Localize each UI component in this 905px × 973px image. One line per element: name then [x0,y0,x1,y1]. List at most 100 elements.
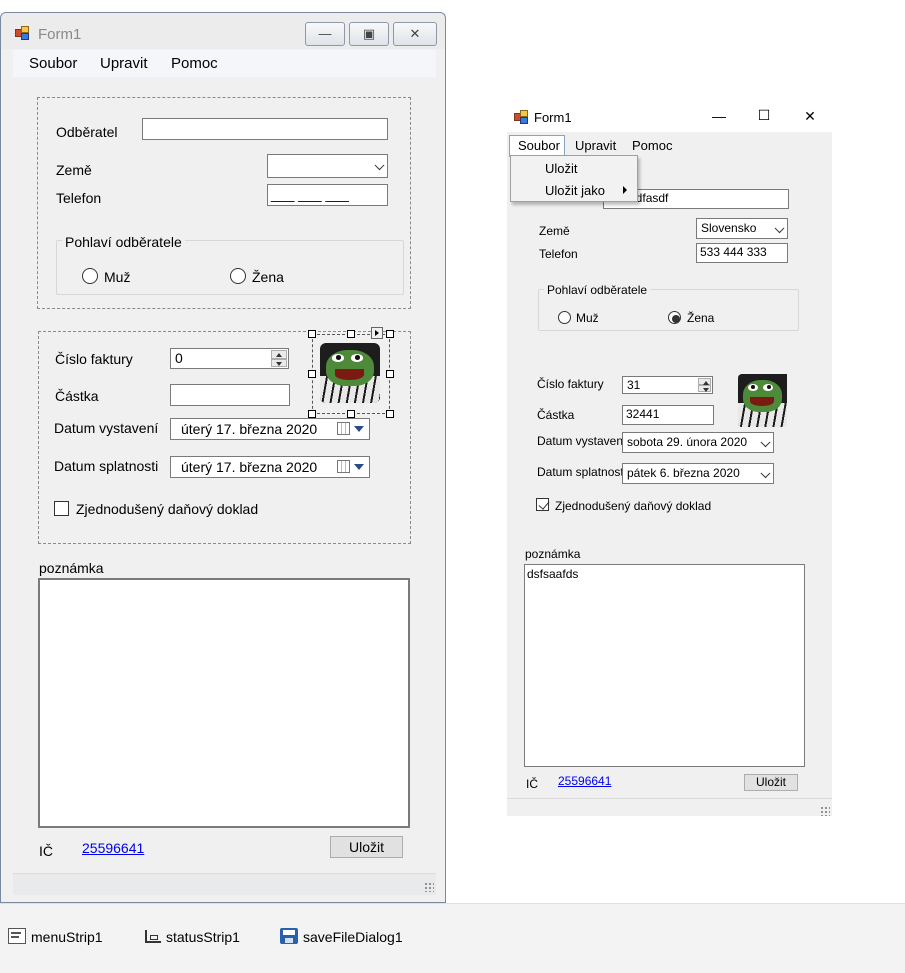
castka-input[interactable]: 32441 [622,405,714,425]
resize-grip-icon[interactable] [820,806,830,816]
designer-form-window: Form1 — ▣ ✕ Soubor Upravit Pomoc Odběrat… [0,0,447,903]
zena-label: Žena [252,269,284,285]
runtime-title: Form1 [534,110,572,125]
soubor-dropdown-menu: Uložit Uložit jako [510,155,638,202]
cislo-faktury-label: Číslo faktury [55,351,133,367]
telefon-label: Telefon [539,247,578,261]
resize-handle[interactable] [308,410,316,418]
menu-soubor[interactable]: Soubor [29,55,77,72]
pepe-picturebox [320,343,380,403]
muz-radio[interactable] [82,268,98,284]
calendar-dropdown-icon[interactable] [337,421,367,437]
menu-item-ulozit-jako[interactable]: Uložit jako [545,183,605,198]
maximize-icon[interactable]: ☐ [749,107,779,124]
datum-vystaveni-label: Datum vystavení [537,434,627,448]
zena-label: Žena [687,311,715,325]
menu-upravit[interactable]: Upravit [575,138,616,153]
designer-title: Form1 [38,26,82,43]
tray-menustrip[interactable]: menuStrip1 [31,929,103,945]
telefon-input[interactable]: 533 444 333 [696,243,788,263]
poznamka-textarea[interactable]: dsfsaafds [524,564,805,767]
runtime-status-strip [507,798,832,816]
resize-handle[interactable] [386,370,394,378]
calendar-dropdown-icon[interactable] [337,459,367,475]
odberatel-label: Odběratel [56,124,118,140]
designer-menu-strip: Soubor Upravit Pomoc [13,50,436,77]
castka-input[interactable] [170,384,290,406]
cislo-faktury-stepper[interactable]: 31 [622,376,713,394]
minimize-icon: — [318,26,332,41]
resize-handle[interactable] [386,330,394,338]
stepper-up-icon[interactable] [271,350,287,359]
save-file-dialog-icon [280,928,298,944]
telefon-masked-input[interactable]: ___ ___ ___ [267,184,388,206]
poznamka-label: poznámka [39,560,104,576]
chevron-down-icon [774,222,785,233]
menu-strip-icon [8,928,26,944]
minimize-button[interactable]: — [305,22,345,46]
stepper-down-icon[interactable] [271,358,287,367]
minimize-icon[interactable]: — [704,108,734,124]
datum-splatnosti-label: Datum splatnosti [537,465,627,479]
muz-label: Muž [104,269,131,285]
smart-tag-icon[interactable] [371,327,383,339]
resize-handle[interactable] [386,410,394,418]
telefon-label: Telefon [56,190,102,206]
component-tray: menuStrip1 statusStrip1 saveFileDialog1 [0,903,905,973]
menu-upravit[interactable]: Upravit [100,55,148,72]
zjednoduseny-label: Zjednodušený daňový doklad [555,499,712,513]
zjednoduseny-checkbox[interactable] [54,501,69,516]
zeme-label: Země [539,224,570,238]
menu-soubor[interactable]: Soubor [518,138,560,153]
poznamka-label: poznámka [525,547,581,561]
save-button[interactable]: Uložit [744,774,798,791]
close-icon[interactable]: ✕ [795,108,825,125]
menu-item-ulozit[interactable]: Uložit [545,161,578,176]
odberatel-input[interactable] [142,118,388,140]
resize-handle[interactable] [308,370,316,378]
form-app-icon [15,26,31,42]
chevron-down-icon [374,160,385,171]
muz-radio[interactable] [558,311,571,324]
close-button[interactable]: ✕ [393,22,437,46]
stepper-up-icon[interactable] [698,378,711,385]
pepe-picturebox [738,374,787,427]
menu-pomoc[interactable]: Pomoc [171,55,218,72]
ic-link[interactable]: 25596641 [82,840,144,856]
gender-group-legend: Pohlaví odběratele [544,283,651,297]
ic-label: IČ [526,777,538,791]
datum-splatnosti-label: Datum splatnosti [54,458,159,474]
resize-handle[interactable] [347,410,355,418]
castka-label: Částka [55,388,99,404]
zeme-label: Země [56,162,92,178]
zena-radio[interactable] [230,268,246,284]
menu-pomoc[interactable]: Pomoc [632,138,672,153]
resize-handle[interactable] [308,330,316,338]
status-strip-icon [144,928,162,944]
zjednoduseny-checkbox[interactable] [536,498,549,511]
maximize-button[interactable]: ▣ [349,22,389,46]
designer-status-strip [13,873,436,895]
save-button[interactable]: Uložit [330,836,403,858]
cislo-faktury-label: Číslo faktury [537,377,604,391]
chevron-down-icon [760,467,771,478]
ic-link[interactable]: 25596641 [558,774,611,788]
datum-vystaveni-picker[interactable]: úterý 17. března 2020 [170,418,370,440]
datum-splatnosti-picker[interactable]: pátek 6. března 2020 [622,463,774,484]
tray-savefiledialog[interactable]: saveFileDialog1 [303,929,403,945]
zena-radio[interactable] [668,311,681,324]
datum-splatnosti-picker[interactable]: úterý 17. března 2020 [170,456,370,478]
zeme-combo[interactable]: Slovensko [696,218,788,239]
resize-grip-icon[interactable] [424,882,434,892]
datum-vystaveni-label: Datum vystavení [54,420,159,436]
resize-handle[interactable] [347,330,355,338]
datum-vystaveni-picker[interactable]: sobota 29. února 2020 [622,432,774,453]
cislo-faktury-stepper[interactable]: 0 [170,348,289,369]
poznamka-textarea[interactable] [38,578,410,828]
close-icon: ✕ [409,26,421,41]
chevron-down-icon [760,436,771,447]
gender-group-legend: Pohlaví odběratele [62,234,185,250]
stepper-down-icon[interactable] [698,385,711,392]
tray-statusstrip[interactable]: statusStrip1 [166,929,240,945]
zeme-combo[interactable] [267,154,388,178]
